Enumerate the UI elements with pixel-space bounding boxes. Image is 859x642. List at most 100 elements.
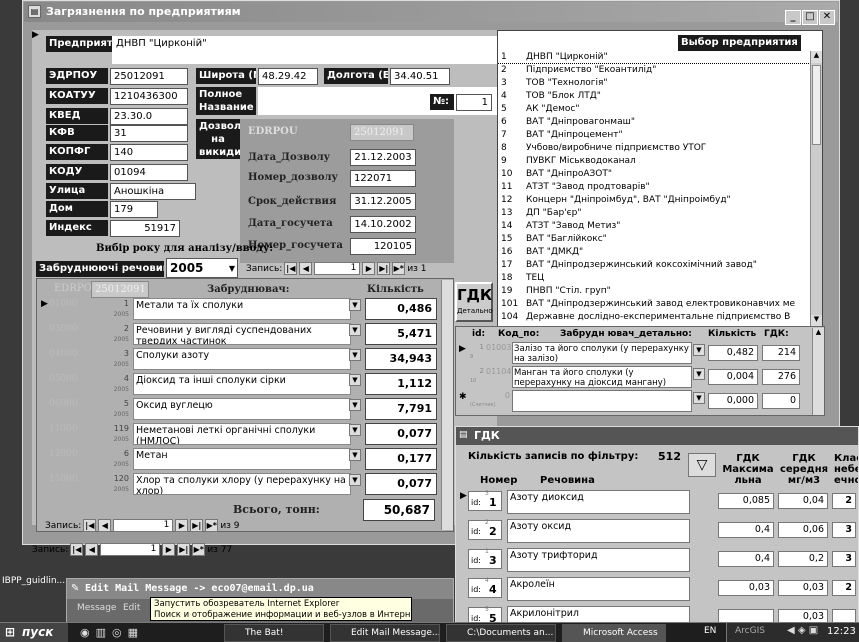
list-item[interactable]: 13 ДП "Бар'єр"	[498, 208, 810, 219]
list-item[interactable]: 14 АТЗТ "Завод Метиз"	[498, 221, 810, 232]
enterprise-field[interactable]: ДНВП "Цирконій"	[112, 36, 497, 64]
detail-pollutant-select[interactable]: Манган та його сполуки (у перерахунку на…	[512, 366, 692, 388]
prev-record-button[interactable]: ◀	[299, 262, 313, 275]
last-record-button[interactable]: ▶|	[190, 519, 204, 532]
permit-term-field[interactable]: 31.12.2005	[350, 193, 416, 210]
permit-date-field[interactable]: 21.12.2003	[350, 149, 416, 166]
index-field[interactable]: 51917	[110, 220, 180, 237]
gdk-row-id[interactable]: id: 1 3	[468, 548, 502, 569]
list-item[interactable]: 19 ПНВП "Стіл. груп"	[498, 286, 810, 297]
qty-field[interactable]: 1,112	[365, 373, 437, 395]
dropdown-arrow-icon[interactable]: ▼	[349, 474, 361, 486]
list-item[interactable]: 6 ВАТ "Дніпровагонмаш"	[498, 117, 810, 128]
last-record-button[interactable]: ▶|	[177, 543, 191, 556]
language-indicator[interactable]: EN	[704, 626, 716, 636]
filter-button[interactable]: ▽	[688, 453, 716, 477]
gdk-avg[interactable]: 0,03	[778, 580, 828, 596]
table-row[interactable]: 06000 5 2005 Оксид вуглецю ▼ 7,791	[37, 397, 442, 422]
gdk-avg[interactable]: 0,06	[778, 522, 828, 538]
table-row[interactable]: 04000 3 2005 Сполуки азоту ▼ 34,943	[37, 347, 442, 372]
pollutant-select[interactable]: Речовини у вигляді суспендованих твердих…	[133, 323, 351, 345]
first-record-button[interactable]: |◀	[284, 262, 298, 275]
kfv-field[interactable]: 31	[110, 125, 188, 142]
gdk-substance[interactable]: Азоту трифторид	[507, 548, 690, 572]
detail-row-selector[interactable]: ✱	[459, 392, 467, 402]
gdk-class[interactable]: 2	[832, 493, 856, 509]
prev-record-button[interactable]: ◀	[98, 519, 112, 532]
close-button[interactable]: ✕	[819, 10, 835, 25]
scroll-up-icon[interactable]: ▲	[811, 51, 822, 63]
desktop-icon-label[interactable]: IBPP_guidlin...	[2, 576, 65, 586]
dropdown-arrow-icon[interactable]: ▼	[349, 399, 361, 411]
gdk-class[interactable]: 2	[832, 580, 856, 596]
qty-field[interactable]: 7,791	[365, 398, 437, 420]
street-field[interactable]: Аношкіна	[110, 183, 196, 200]
enterprise-list[interactable]: 1 ДНВП "Цирконій" 2 Підприємство "Екоантилі…	[498, 52, 814, 328]
gdk-avg[interactable]: 0,04	[778, 493, 828, 509]
list-item[interactable]: 104 Державне дослідно-експериментальне пі…	[498, 312, 810, 323]
ie-icon[interactable]: ◉	[80, 626, 96, 639]
detail-pollutant-select[interactable]	[512, 390, 692, 412]
gdk-max[interactable]: 0,4	[718, 522, 774, 538]
next-record-button[interactable]: ▶	[175, 519, 189, 532]
new-record-button[interactable]: ▶*	[205, 519, 219, 532]
list-item[interactable]: 101 ВАТ "Дніпродзержинський завод електро…	[498, 299, 810, 310]
kopfg-field[interactable]: 140	[110, 144, 188, 161]
list-item[interactable]: 17 ВАТ "Дніпродзержинський коксохімічний …	[498, 260, 810, 271]
list-item[interactable]: 10 ВАТ "ДніпроАЗОТ"	[498, 169, 810, 180]
permit-number-field[interactable]: 122071	[350, 170, 416, 187]
detail-gdk[interactable]: 276	[762, 369, 800, 385]
list-item[interactable]: 16 ВАТ "ДМКД"	[498, 247, 810, 258]
start-button[interactable]: ⊞ пуск	[0, 623, 68, 642]
new-record-button[interactable]: ▶*	[392, 262, 406, 275]
qty-field[interactable]: 0,077	[365, 473, 437, 495]
tray-icons[interactable]: ◀ ◈ ▣	[787, 625, 818, 636]
detail-qty[interactable]: 0,482	[708, 345, 758, 361]
detail-row-selector[interactable]: ▶	[459, 344, 466, 354]
gdk-row-id[interactable]: id: 3 1	[468, 490, 502, 511]
outer-record-input[interactable]: 1	[100, 543, 161, 556]
gdk-max[interactable]: 0,085	[718, 493, 774, 509]
list-item[interactable]: 8 Учбово/виробниче підприємство УТОГ	[498, 143, 810, 154]
last-record-button[interactable]: ▶|	[377, 262, 391, 275]
taskbar-item-documents[interactable]: C:\Documents an...	[446, 624, 556, 642]
list-item[interactable]: 12 Концерн "Дніпроімбуд", ВАТ "Дніпроімбу…	[498, 195, 810, 206]
mail-menu-edit[interactable]: Edit	[123, 603, 140, 613]
detail-gdk[interactable]: 0	[762, 393, 800, 409]
dropdown-arrow-icon[interactable]: ▼	[693, 368, 705, 380]
gdk-row[interactable]: id: 2 2 Азоту оксид 0,4 0,06 3	[456, 517, 858, 543]
edrpou-field[interactable]: 25012091	[110, 68, 188, 85]
minimize-button[interactable]: _	[785, 10, 801, 25]
row-selector[interactable]: ▶	[41, 299, 48, 309]
gdk-row[interactable]: id: 1 3 Азоту трифторид 0,4 0,2 3	[456, 546, 858, 572]
gdk-button[interactable]: ГДК Детально	[455, 282, 493, 322]
gdk-substance[interactable]: Акролеїн	[507, 577, 690, 601]
dropdown-arrow-icon[interactable]: ▼	[349, 349, 361, 361]
permits-record-input[interactable]: 1	[314, 262, 361, 275]
pollutant-select[interactable]: Сполуки азоту	[133, 348, 351, 370]
gos-number-field[interactable]: 120105	[350, 238, 416, 255]
list-item[interactable]: 5 АК "Демос"	[498, 104, 810, 115]
taskbar-item-access[interactable]: Microsoft Access	[562, 624, 666, 642]
list-item[interactable]: 3 ТОВ "Технологія"	[498, 78, 810, 89]
dropdown-arrow-icon[interactable]: ▼	[349, 374, 361, 386]
table-row[interactable]: 03000 2 2005 Речовини у вигляді суспендован…	[37, 322, 442, 347]
outlook-icon[interactable]: ◎	[112, 626, 128, 639]
table-row[interactable]: ▶ 01000 1 2005 Метали та їх сполуки ▼ 0,486	[37, 297, 442, 322]
gdk-substance[interactable]: Азоту оксид	[507, 519, 690, 543]
qty-field[interactable]: 0,077	[365, 423, 437, 445]
list-item[interactable]: 7 ВАТ "Дніпроцемент"	[498, 130, 810, 141]
gdk-row-id[interactable]: id: 2 2	[468, 519, 502, 540]
detail-row[interactable]: ✱ (Счетчик) 0 ▼ 0,000 0	[456, 389, 812, 413]
list-item[interactable]: 11 АТЗТ "Завод продтоварів"	[498, 182, 810, 193]
next-record-button[interactable]: ▶	[162, 543, 176, 556]
gdk-substance[interactable]: Азоту диоксид	[507, 490, 690, 514]
enterprise-list-scrollbar[interactable]: ▲ ▼	[810, 51, 822, 327]
taskbar-item-mail[interactable]: Edit Mail Message...	[330, 624, 440, 642]
table-row[interactable]: 15000 120 2005 Хлор та сполуки хлору (у пер…	[37, 472, 442, 497]
pollutant-select[interactable]: Метан	[133, 448, 351, 470]
list-item[interactable]: 1 ДНВП "Цирконій"	[498, 52, 811, 64]
maximize-button[interactable]: □	[802, 10, 818, 25]
koatuu-field[interactable]: 1210436300	[110, 88, 188, 105]
next-record-button[interactable]: ▶	[362, 262, 376, 275]
